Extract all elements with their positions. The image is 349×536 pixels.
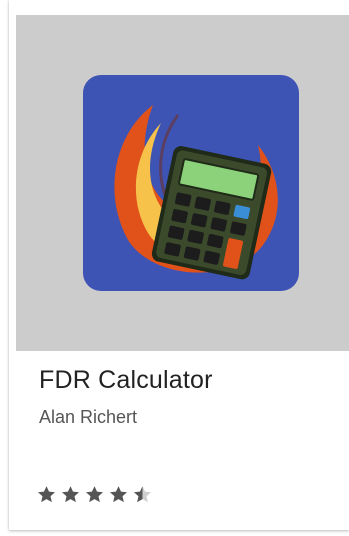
star-icon	[62, 486, 79, 503]
app-developer[interactable]: Alan Richert	[39, 407, 137, 428]
star-icon	[38, 486, 55, 503]
star-icon	[86, 486, 103, 503]
app-thumbnail[interactable]	[16, 15, 349, 351]
star-icon	[110, 486, 127, 503]
half-star-icon	[134, 486, 151, 503]
calculator-with-flame-icon	[83, 75, 299, 291]
star-rating	[36, 484, 153, 508]
app-title[interactable]: FDR Calculator	[39, 366, 213, 395]
app-card[interactable]: FDR Calculator Alan Richert	[9, 0, 349, 530]
